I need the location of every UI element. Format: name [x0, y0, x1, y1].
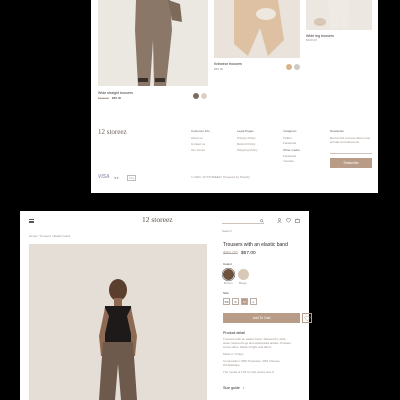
product-price: $95.00	[214, 67, 224, 71]
product-price: $100.00	[306, 38, 317, 42]
detail-line: at the sides. Made of light and fabric.	[223, 345, 273, 349]
footer-link[interactable]: Privacy Policy	[237, 136, 256, 141]
footer-link[interactable]: Youtube	[283, 159, 294, 164]
footer-col-title: Customer info	[191, 129, 210, 133]
product-image-knitwear[interactable]	[214, 0, 300, 58]
chevron-right-icon: ›	[242, 386, 244, 390]
model-photo-2	[214, 0, 300, 58]
size-label: Size	[223, 291, 229, 295]
detail-line: Made in Turkey	[223, 352, 244, 356]
search-input[interactable]: Search	[222, 219, 264, 233]
footer-link[interactable]: Facebook	[283, 141, 296, 146]
footer-link[interactable]: Refund Policy	[237, 142, 256, 147]
detail-line: 2% Elastane	[223, 363, 240, 367]
colour-label: Colour	[223, 262, 232, 266]
heart-icon	[304, 315, 311, 322]
applepay-icon: Pay	[127, 175, 137, 181]
newsletter-text: Be the first to know about new arrivals …	[330, 136, 371, 144]
mastercard-icon: ●●	[114, 175, 119, 180]
footer-link[interactable]: About us	[191, 136, 203, 141]
footer-link[interactable]: Contact us	[191, 142, 205, 147]
footer-link[interactable]: Shipping Policy	[237, 148, 258, 153]
colour-swatch-beige[interactable]	[238, 269, 249, 280]
footer-logo[interactable]: 12 storeez	[98, 128, 127, 136]
product-title: Trousers with an elastic band	[223, 242, 288, 248]
footer-col-title: Legal Pages	[237, 129, 254, 133]
wishlist-button[interactable]	[302, 313, 312, 323]
menu-icon[interactable]	[29, 219, 34, 223]
listing-page: Wide straight trousers $100.00 $89.00 Kn…	[91, 0, 378, 193]
cart-icon[interactable]	[295, 218, 300, 223]
product-image-wide-leg[interactable]	[306, 0, 372, 30]
product-price: $67.00	[241, 251, 256, 256]
size-option-xs[interactable]: XS	[223, 298, 230, 305]
header-logo[interactable]: 12 storeez	[142, 215, 173, 224]
user-icon[interactable]	[277, 218, 282, 223]
newsletter-title: Newsletter	[330, 129, 345, 133]
size-option-l[interactable]: L	[250, 298, 257, 305]
product-price: $89.00	[112, 96, 122, 100]
footer-col-title: Instagram	[283, 129, 297, 133]
heart-icon[interactable]	[286, 218, 291, 223]
search-icon	[260, 219, 264, 223]
colour-swatch-brown[interactable]	[223, 269, 234, 280]
visa-icon: VISA	[98, 174, 110, 180]
product-image-wide-straight[interactable]	[98, 0, 208, 86]
product-old-price: $100.00	[98, 96, 109, 100]
product-name[interactable]: Knitwear trousers	[214, 62, 242, 66]
swatch-brown[interactable]	[193, 93, 199, 99]
copyright: © 2023, 12 STOREEZ | Powered by Shopify	[191, 175, 250, 179]
swatch-grey[interactable]	[294, 64, 300, 70]
subscribe-button[interactable]: Subscribe	[330, 158, 372, 168]
swatch-light[interactable]	[201, 93, 207, 99]
product-name[interactable]: Wide straight trousers	[98, 91, 133, 95]
swatch-sand[interactable]	[286, 64, 292, 70]
product-page: 12 storeez Search Home / Trousers / Elas…	[20, 211, 312, 400]
detail-line: The model is 178 cm tall, wears size S	[223, 370, 275, 374]
search-placeholder: Search	[222, 229, 232, 233]
breadcrumb[interactable]: Home / Trousers / Elastic band	[29, 234, 70, 239]
colour-name: Brown	[224, 281, 233, 285]
product-main-image[interactable]	[29, 244, 207, 400]
detail-title: Product detail	[223, 331, 245, 335]
colour-name: Beige	[239, 281, 247, 285]
size-guide-label: Size guide	[223, 386, 240, 390]
model-photo-main	[29, 244, 207, 400]
footer-link[interactable]: Our stores	[191, 148, 205, 153]
footer-col-subtitle: Other media	[283, 148, 300, 152]
newsletter-email-input[interactable]: Enter email	[330, 149, 372, 163]
model-photo-1	[98, 0, 208, 86]
size-option-s[interactable]: S	[232, 298, 239, 305]
size-guide-link[interactable]: Size guide ›	[223, 386, 244, 390]
product-old-price: $95.00	[223, 251, 238, 256]
add-to-cart-button[interactable]: Add To Cart	[223, 313, 300, 323]
size-option-m[interactable]: M	[241, 298, 248, 305]
model-photo-3	[306, 0, 372, 30]
